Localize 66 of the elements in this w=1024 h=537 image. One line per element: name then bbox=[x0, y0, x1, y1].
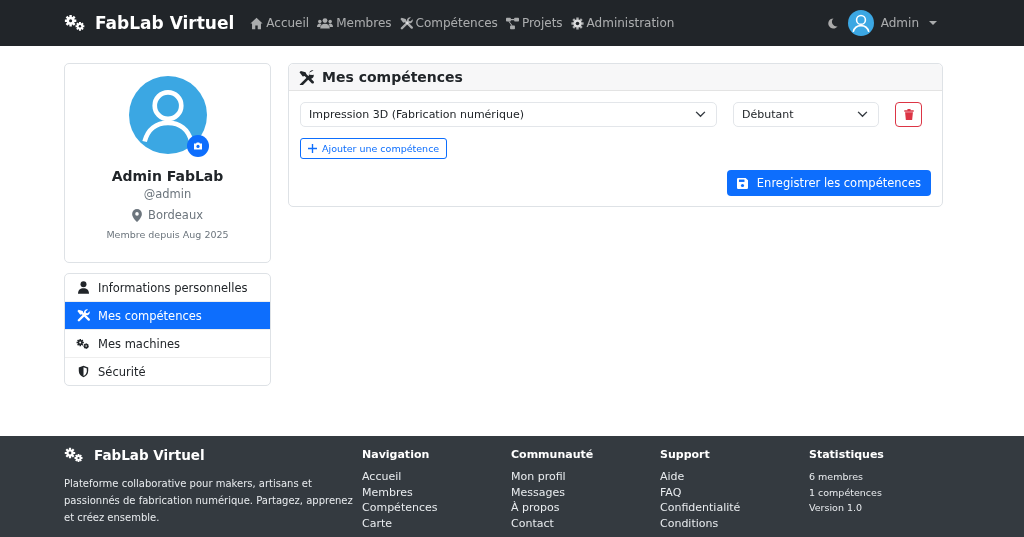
footer-heading: Communauté bbox=[511, 447, 595, 463]
nav-link[interactable]: Membres bbox=[313, 16, 396, 30]
gears-icon bbox=[64, 14, 86, 32]
footer-link[interactable]: À propos bbox=[511, 500, 660, 516]
delete-button[interactable] bbox=[895, 102, 922, 127]
gears-icon bbox=[76, 337, 90, 350]
level-select[interactable]: Débutant bbox=[733, 102, 879, 127]
footer-link[interactable]: Conditions bbox=[660, 515, 809, 531]
plus-icon bbox=[308, 144, 317, 153]
member-since: Membre depuis Aug 2025 bbox=[106, 229, 229, 240]
footer-stat: 1 compétences bbox=[809, 485, 883, 500]
footer-brand: FabLab Virtuel bbox=[94, 447, 205, 463]
footer-stat: Version 1.0 bbox=[809, 501, 864, 515]
footer-heading: Navigation bbox=[362, 447, 431, 463]
menu-item[interactable]: Informations personnelles bbox=[65, 274, 270, 301]
nav-link[interactable]: Administration bbox=[566, 16, 679, 30]
nav-link[interactable]: Compétences bbox=[395, 16, 502, 30]
location-icon bbox=[132, 208, 142, 222]
avatar-icon bbox=[847, 10, 874, 36]
nav-link[interactable]: Accueil bbox=[246, 16, 314, 30]
profile-name: Admin FabLab bbox=[111, 168, 224, 184]
menu-item[interactable]: Mes machines bbox=[65, 329, 270, 357]
footer-link[interactable]: Compétences bbox=[362, 500, 511, 516]
caret-icon bbox=[929, 21, 937, 25]
user-menu[interactable]: Admin bbox=[847, 10, 937, 36]
tools-icon bbox=[299, 69, 314, 85]
users-icon bbox=[317, 17, 334, 29]
trash-icon bbox=[903, 109, 914, 120]
footer-link[interactable]: Confidentialité bbox=[660, 500, 809, 516]
menu-item[interactable]: Sécurité bbox=[65, 357, 270, 385]
footer-link[interactable]: Mon profil bbox=[511, 469, 660, 485]
footer-link[interactable]: Accueil bbox=[362, 469, 511, 485]
footer-heading: Statistiques bbox=[809, 447, 885, 463]
save-button[interactable]: Enregistrer les compétences bbox=[726, 170, 931, 196]
footer-link[interactable]: Carte bbox=[362, 515, 511, 531]
footer-link[interactable]: Membres bbox=[362, 484, 511, 500]
save-icon bbox=[736, 177, 748, 189]
footer-link[interactable]: FAQ bbox=[660, 484, 809, 500]
profile-username: @admin bbox=[143, 187, 192, 201]
moon-icon[interactable] bbox=[826, 17, 838, 29]
diagram-icon bbox=[505, 16, 519, 30]
camera-icon bbox=[192, 142, 203, 150]
chevron-icon bbox=[695, 111, 706, 118]
footer-stat: 6 membres bbox=[809, 470, 864, 484]
nav-link[interactable]: Projets bbox=[501, 16, 567, 30]
home-icon bbox=[250, 16, 264, 30]
footer-heading: Support bbox=[660, 447, 711, 463]
gear-icon bbox=[570, 16, 584, 30]
footer-link[interactable]: Messages bbox=[511, 484, 660, 500]
user-icon bbox=[76, 281, 90, 294]
gears-icon bbox=[64, 447, 84, 463]
add-skill-button[interactable]: Ajouter une compétence bbox=[300, 138, 448, 159]
card-title: Mes compétences bbox=[322, 69, 463, 85]
menu-item[interactable]: Mes compétences bbox=[65, 301, 270, 329]
shield-icon bbox=[76, 365, 90, 378]
chevron-icon bbox=[857, 111, 868, 118]
footer-link[interactable]: Contact bbox=[511, 515, 660, 531]
footer-description: Plateforme collaborative pour makers, artisans et passionnés de fabrication numérique. Partagez, apprenez et créez ensemble. bbox=[64, 477, 354, 525]
camera-button[interactable] bbox=[186, 135, 209, 157]
footer-link[interactable]: Aide bbox=[660, 469, 809, 485]
tools-icon bbox=[76, 309, 90, 322]
skill-select[interactable]: Impression 3D (Fabrication numérique) bbox=[300, 102, 717, 127]
avatar-icon bbox=[128, 76, 207, 154]
brand-name[interactable]: FabLab Virtuel bbox=[95, 13, 235, 33]
tools-icon bbox=[399, 16, 413, 30]
profile-location: Bordeaux bbox=[148, 208, 203, 222]
